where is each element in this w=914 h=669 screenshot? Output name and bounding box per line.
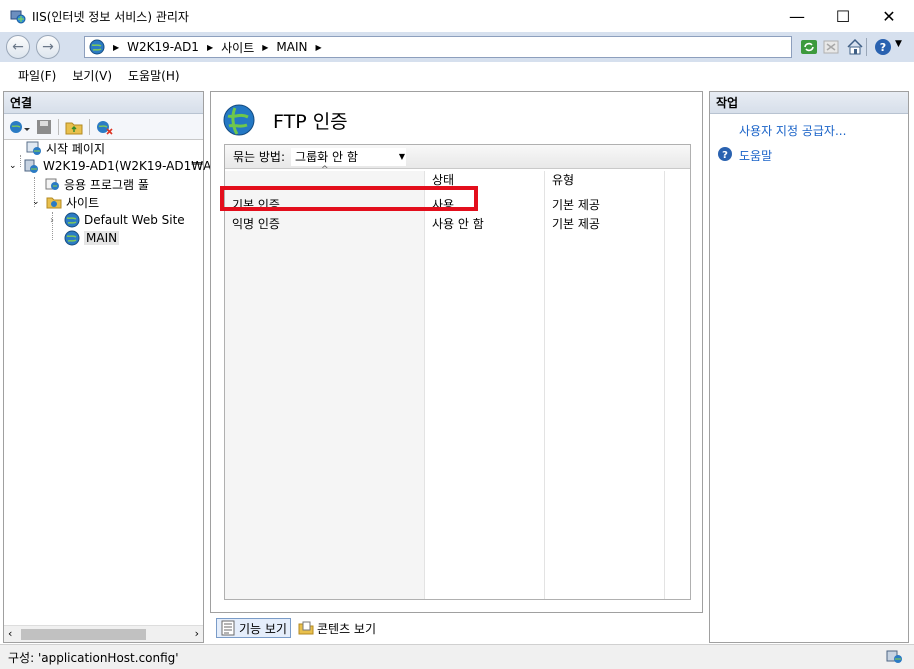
window-title: IIS(인터넷 정보 서비스) 관리자 <box>32 10 189 24</box>
connections-panel: 연결 시작 페이지 ⌄ W2K19-AD1(W2K19-AD1₩A 응용 프로그… <box>3 91 211 643</box>
tree-node-label: 응용 프로그램 풀 <box>64 177 149 192</box>
features-view-icon <box>221 620 235 636</box>
start-page-icon <box>26 141 41 155</box>
row-anonymous-status[interactable]: 사용 안 함 <box>425 215 484 232</box>
feature-panel: FTP 인증 묶는 방법: 그룹화 안 함 ▼ ^ 모드 상태 유형 기본 인증… <box>210 91 703 613</box>
menu-file[interactable]: 파일(F) <box>10 67 64 84</box>
menu-help[interactable]: 도움말(H) <box>120 67 188 84</box>
tree-node-default-web-site[interactable]: › Default Web Site <box>50 211 185 229</box>
connections-header: 연결 <box>4 92 203 114</box>
dropdown-arrow-icon: ▼ <box>398 152 406 161</box>
column-separator <box>424 171 425 599</box>
save-icon[interactable] <box>36 119 52 135</box>
content-view-button[interactable]: 콘텐츠 보기 <box>295 618 379 638</box>
scrollbar-thumb[interactable] <box>21 629 146 640</box>
content-view-icon <box>298 621 314 635</box>
status-text: 구성: 'applicationHost.config' <box>8 650 179 665</box>
tree-node-sites[interactable]: ⌄ 사이트 <box>32 193 99 211</box>
chevron-down-icon[interactable]: ⌄ <box>32 197 42 207</box>
disconnect-icon[interactable] <box>96 119 114 135</box>
breadcrumb[interactable]: ▶ W2K19-AD1 ▶ 사이트 ▶ MAIN ▶ <box>84 36 792 58</box>
view-switcher: 기능 보기 콘텐츠 보기 <box>210 614 703 642</box>
back-button[interactable]: ← <box>6 35 30 59</box>
tree-node-app-pools[interactable]: 응용 프로그램 풀 <box>44 175 149 193</box>
column-separator <box>544 171 545 599</box>
breadcrumb-sites[interactable]: 사이트 <box>221 39 254 56</box>
tree-node-main[interactable]: MAIN <box>64 229 120 247</box>
custom-provider-link[interactable]: 사용자 지정 공급자... <box>739 122 846 139</box>
forward-button[interactable]: → <box>36 35 60 59</box>
menu-view[interactable]: 보기(V) <box>64 67 120 84</box>
close-button[interactable]: ✕ <box>866 0 912 32</box>
highlight-annotation <box>220 186 478 211</box>
features-view-button[interactable]: 기능 보기 <box>216 618 291 638</box>
up-folder-icon[interactable] <box>65 119 83 135</box>
maximize-button[interactable]: ☐ <box>820 0 866 32</box>
actions-panel: 작업 사용자 지정 공급자... ? 도움말 <box>709 91 909 643</box>
toolbar-divider <box>58 118 59 135</box>
row-basic-type[interactable]: 기본 제공 <box>545 196 600 213</box>
address-bar: ← → ▶ W2K19-AD1 ▶ 사이트 ▶ MAIN ▶ ? ▼ <box>0 32 914 62</box>
tree-node-label: Default Web Site <box>84 213 185 227</box>
sites-folder-icon <box>46 197 62 209</box>
tree-node-label: 사이트 <box>66 195 100 210</box>
help-dropdown-icon[interactable]: ▼ <box>895 39 902 49</box>
help-icon: ? <box>718 147 732 161</box>
status-server-icon <box>886 650 902 663</box>
connect-globe-icon[interactable] <box>8 118 30 136</box>
group-by-select[interactable]: 그룹화 안 함 ▼ <box>291 147 407 166</box>
minimize-button[interactable]: — <box>774 0 820 32</box>
features-view-label: 기능 보기 <box>239 621 287 636</box>
server-globe-icon <box>89 39 105 55</box>
website-globe-icon <box>64 230 80 246</box>
stop-icon[interactable] <box>822 38 840 56</box>
chevron-right-icon: ▶ <box>315 42 322 52</box>
server-icon <box>24 159 38 173</box>
svg-text:?: ? <box>722 150 728 161</box>
help-icon[interactable]: ? <box>874 38 892 56</box>
connections-toolbar <box>4 114 203 140</box>
feature-title-area: FTP 인증 <box>223 104 348 136</box>
tree-node-server[interactable]: ⌄ W2K19-AD1(W2K19-AD1₩A <box>9 157 211 175</box>
title-bar: IIS(인터넷 정보 서비스) 관리자 — ☐ ✕ <box>0 0 914 32</box>
app-pool-icon <box>45 178 59 190</box>
toolbar-divider <box>89 118 90 135</box>
website-globe-icon <box>64 212 80 228</box>
auth-grid: 묶는 방법: 그룹화 안 함 ▼ ^ 모드 상태 유형 기본 인증 사용 기본 … <box>224 144 691 600</box>
chevron-right-icon[interactable]: › <box>50 215 60 226</box>
svg-text:?: ? <box>880 41 886 54</box>
group-by-value: 그룹화 안 함 <box>295 150 358 164</box>
chevron-down-icon[interactable]: ⌄ <box>9 161 19 171</box>
home-icon[interactable] <box>846 38 864 56</box>
chevron-right-icon: ▶ <box>113 42 120 52</box>
menu-bar: 파일(F) 보기(V) 도움말(H) <box>0 62 914 88</box>
breadcrumb-server[interactable]: W2K19-AD1 <box>127 40 199 54</box>
sorted-column-shade <box>225 171 424 599</box>
scroll-right-icon[interactable]: › <box>195 627 199 640</box>
iis-app-icon <box>10 10 26 24</box>
tree-node-start-page[interactable]: 시작 페이지 <box>26 139 105 157</box>
column-header-type[interactable]: 유형 <box>545 171 574 189</box>
scroll-left-icon[interactable]: ‹ <box>8 627 12 640</box>
chevron-right-icon: ▶ <box>206 42 214 52</box>
tree-node-label: 시작 페이지 <box>46 141 106 156</box>
chevron-right-icon: ▶ <box>262 42 269 52</box>
help-link[interactable]: 도움말 <box>739 147 772 164</box>
row-anonymous-mode[interactable]: 익명 인증 <box>225 215 280 232</box>
tree-node-label: MAIN <box>84 231 120 245</box>
status-bar: 구성: 'applicationHost.config' <box>0 644 914 669</box>
actions-header: 작업 <box>710 92 908 114</box>
content-view-label: 콘텐츠 보기 <box>316 621 376 636</box>
group-by-label: 묶는 방법: <box>233 150 286 164</box>
ftp-globe-icon <box>223 104 255 136</box>
group-by-bar: 묶는 방법: 그룹화 안 함 ▼ <box>225 145 690 169</box>
column-separator <box>664 171 665 599</box>
feature-title: FTP 인증 <box>273 110 348 133</box>
toolbar-divider <box>866 38 867 56</box>
breadcrumb-main[interactable]: MAIN <box>276 40 307 54</box>
horizontal-scrollbar[interactable]: ‹ › <box>4 625 203 642</box>
row-anonymous-type[interactable]: 기본 제공 <box>545 215 600 232</box>
tree-node-label: W2K19-AD1(W2K19-AD1₩A <box>43 159 212 173</box>
refresh-icon[interactable] <box>800 38 818 56</box>
